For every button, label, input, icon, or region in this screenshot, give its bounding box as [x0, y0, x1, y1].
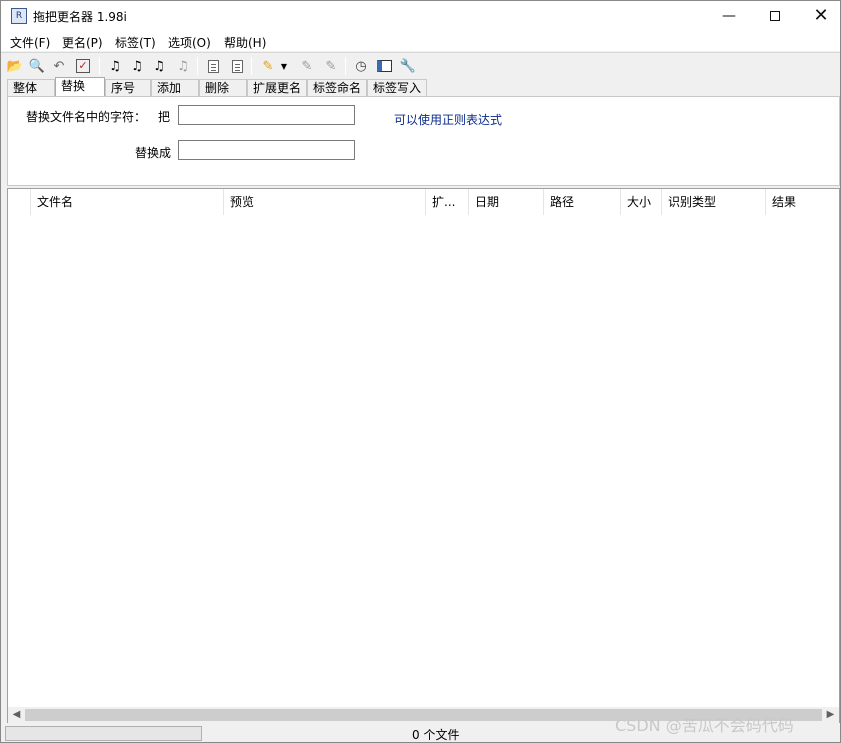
- replace-label: 替换成: [135, 146, 172, 160]
- column-header-size[interactable]: 大小: [621, 189, 662, 215]
- window-icon[interactable]: [374, 56, 394, 76]
- open-folder-icon[interactable]: 📂: [5, 56, 25, 76]
- music-tag-icon[interactable]: ♫: [127, 56, 147, 76]
- tab-sequence[interactable]: 序号: [105, 79, 151, 96]
- undo-icon[interactable]: ↶: [49, 56, 69, 76]
- menu-bar: 文件(F) 更名(P) 标签(T) 选项(O) 帮助(H): [1, 31, 840, 51]
- clock-icon[interactable]: ◷: [351, 56, 371, 76]
- watermark: CSDN @苦瓜不会码代码: [615, 716, 794, 735]
- tab-replace[interactable]: 替换: [55, 77, 105, 96]
- column-header-type[interactable]: 识别类型: [662, 189, 766, 215]
- column-header-extension[interactable]: 扩...: [426, 189, 469, 215]
- toolbar-separator: [99, 57, 100, 75]
- toolbar-separator: [251, 57, 252, 75]
- scroll-right-icon[interactable]: ▶: [822, 707, 839, 723]
- tab-overall[interactable]: 整体: [7, 79, 55, 96]
- music-tag-icon[interactable]: ♫: [149, 56, 169, 76]
- toolbar-separator: [345, 57, 346, 75]
- maximize-button[interactable]: [752, 1, 798, 31]
- minimize-button[interactable]: —: [706, 1, 752, 31]
- wrench-icon[interactable]: 🔧: [398, 56, 418, 76]
- tab-extended-rename[interactable]: 扩展更名: [247, 79, 307, 96]
- tab-add[interactable]: 添加: [151, 79, 199, 96]
- maximize-icon: [770, 11, 780, 21]
- document-icon[interactable]: [203, 56, 223, 76]
- column-header-filename[interactable]: 文件名: [31, 189, 224, 215]
- document-icon[interactable]: [227, 56, 247, 76]
- menu-rename[interactable]: 更名(P): [62, 34, 103, 51]
- tab-tag-write[interactable]: 标签写入: [367, 79, 427, 96]
- file-list[interactable]: 文件名 预览 扩... 日期 路径 大小 识别类型 结果 ◀ ▶: [7, 188, 840, 723]
- search-icon[interactable]: 🔍: [27, 56, 47, 76]
- toolbar: 📂 🔍 ↶ ✓ ♫ ♫ ♫ ♫ ✎ ▼ ✎ ✎ ◷ 🔧: [1, 52, 840, 78]
- dropdown-arrow-icon[interactable]: ▼: [278, 56, 290, 76]
- close-button[interactable]: ✕: [798, 1, 841, 31]
- pen-delete-icon[interactable]: ✎: [321, 56, 341, 76]
- music-tag-icon[interactable]: ♫: [105, 56, 125, 76]
- toolbar-separator: [197, 57, 198, 75]
- file-count-status: 0 个文件: [412, 728, 460, 742]
- tab-delete[interactable]: 删除: [199, 79, 247, 96]
- column-header-preview[interactable]: 预览: [224, 189, 426, 215]
- progress-bar: [5, 726, 202, 741]
- list-header: 文件名 预览 扩... 日期 路径 大小 识别类型 结果: [8, 189, 839, 215]
- pen-erase-icon[interactable]: ✎: [297, 56, 317, 76]
- column-header-date[interactable]: 日期: [469, 189, 544, 215]
- menu-options[interactable]: 选项(O): [168, 34, 211, 51]
- music-tag-icon[interactable]: ♫: [173, 56, 193, 76]
- title-bar: R 拖把更名器 1.98i — ✕: [1, 1, 840, 31]
- pen-icon[interactable]: ✎: [258, 56, 278, 76]
- column-header-result[interactable]: 结果: [766, 189, 839, 215]
- menu-help[interactable]: 帮助(H): [224, 34, 266, 51]
- app-icon: R: [11, 8, 27, 24]
- check-icon[interactable]: ✓: [73, 56, 93, 76]
- tab-tag-naming[interactable]: 标签命名: [307, 79, 367, 96]
- window-title: 拖把更名器 1.98i: [33, 10, 127, 24]
- tab-strip: 整体 替换 序号 添加 删除 扩展更名 标签命名 标签写入: [7, 77, 840, 96]
- find-label: 替换文件名中的字符：: [26, 110, 147, 124]
- menu-file[interactable]: 文件(F): [10, 34, 50, 51]
- app-window: R 拖把更名器 1.98i — ✕ 文件(F) 更名(P) 标签(T) 选项(O…: [0, 0, 841, 743]
- find-prefix-label: 把: [158, 110, 171, 124]
- column-header-blank[interactable]: [8, 189, 31, 215]
- find-input[interactable]: [178, 105, 355, 125]
- menu-tags[interactable]: 标签(T): [115, 34, 156, 51]
- regex-hint: 可以使用正则表达式: [394, 113, 503, 127]
- replace-panel: 替换文件名中的字符： 把 可以使用正则表达式 替换成: [7, 96, 840, 186]
- replace-input[interactable]: [178, 140, 355, 160]
- scroll-left-icon[interactable]: ◀: [8, 707, 25, 723]
- column-header-path[interactable]: 路径: [544, 189, 621, 215]
